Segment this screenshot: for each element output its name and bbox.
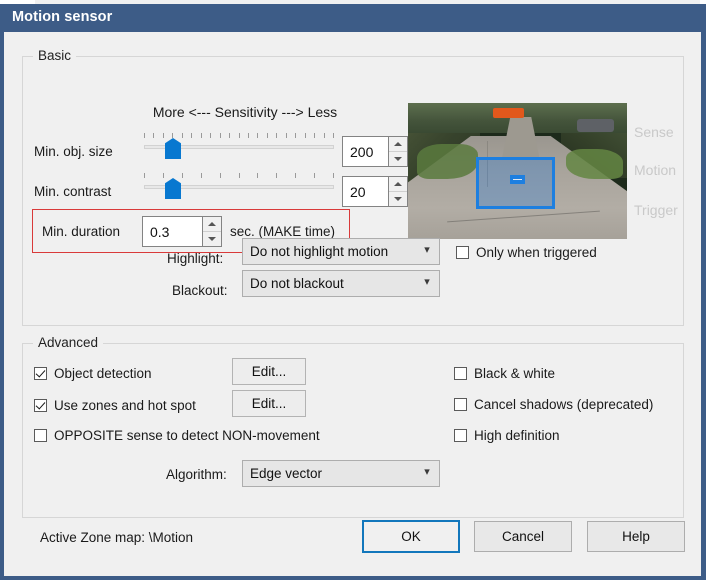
active-zone-map-label: Active Zone map: \Motion <box>40 530 194 545</box>
preview-lawn-right <box>565 149 623 180</box>
spin-down-icon[interactable] <box>203 232 221 246</box>
min-contrast-slider-thumb[interactable] <box>165 178 181 199</box>
preview-orange-object <box>493 108 525 118</box>
preview-label-trigger: Trigger <box>634 202 678 218</box>
chevron-down-icon[interactable]: ▾ <box>415 276 439 291</box>
basic-group-legend: Basic <box>33 48 77 63</box>
use-zones-checkbox[interactable]: Use zones and hot spot <box>34 398 196 413</box>
object-detection-edit-button[interactable]: Edit... <box>232 358 306 385</box>
use-zones-label: Use zones and hot spot <box>54 398 196 413</box>
checkbox-box[interactable] <box>456 246 469 259</box>
min-obj-size-slider[interactable] <box>144 132 334 160</box>
min-duration-spin-buttons[interactable] <box>202 216 222 247</box>
title-bar: Motion sensor <box>0 4 706 32</box>
high-definition-checkbox[interactable]: High definition <box>454 428 560 443</box>
blackout-dropdown-value: Do not blackout <box>250 276 344 291</box>
spin-down-icon[interactable] <box>389 192 407 206</box>
advanced-group-legend: Advanced <box>33 335 104 350</box>
min-obj-size-spinner[interactable]: 200 <box>342 136 408 167</box>
motion-sensor-window: Motion sensor Basic More <--- Sensitivit… <box>0 0 706 580</box>
checkbox-box[interactable] <box>454 367 467 380</box>
min-contrast-spinner[interactable]: 20 <box>342 176 408 207</box>
spin-up-icon[interactable] <box>389 137 407 152</box>
black-and-white-label: Black & white <box>474 366 556 381</box>
min-contrast-label: Min. contrast <box>34 184 112 199</box>
min-contrast-value[interactable]: 20 <box>342 176 388 207</box>
highlight-label: Highlight: <box>167 251 224 266</box>
preview-lawn-left <box>416 143 479 180</box>
min-duration-value[interactable]: 0.3 <box>142 216 202 247</box>
use-zones-edit-button[interactable]: Edit... <box>232 390 306 417</box>
spin-down-icon[interactable] <box>389 152 407 166</box>
opposite-sense-checkbox[interactable]: OPPOSITE sense to detect NON-movement <box>34 428 320 443</box>
checkbox-box[interactable] <box>454 429 467 442</box>
chevron-down-icon[interactable]: ▾ <box>415 244 439 259</box>
min-obj-size-slider-ticks <box>144 132 334 139</box>
dialog-client-area: Basic More <--- Sensitivity ---> Less Mi… <box>4 32 701 576</box>
chevron-down-icon[interactable]: ▾ <box>415 466 439 481</box>
blackout-label: Blackout: <box>172 283 228 298</box>
checkbox-box[interactable] <box>454 398 467 411</box>
min-duration-label: Min. duration <box>42 224 121 239</box>
min-contrast-slider[interactable] <box>144 172 334 200</box>
checkbox-box[interactable] <box>34 367 47 380</box>
algorithm-dropdown[interactable]: Edge vector ▾ <box>242 460 440 487</box>
preview-parked-car <box>576 119 614 132</box>
blackout-dropdown[interactable]: Do not blackout ▾ <box>242 270 440 297</box>
checkbox-box[interactable] <box>34 399 47 412</box>
cancel-button[interactable]: Cancel <box>474 521 572 552</box>
highlight-dropdown-value: Do not highlight motion <box>250 244 389 259</box>
opposite-sense-label: OPPOSITE sense to detect NON-movement <box>54 428 320 443</box>
preview-hot-spot[interactable] <box>509 175 526 184</box>
camera-preview[interactable] <box>408 103 627 239</box>
checkbox-box[interactable] <box>34 429 47 442</box>
ok-button[interactable]: OK <box>362 520 460 553</box>
min-obj-size-label: Min. obj. size <box>34 144 113 159</box>
preview-label-motion: Motion <box>634 162 677 178</box>
min-obj-size-slider-thumb[interactable] <box>165 138 181 159</box>
cancel-shadows-label: Cancel shadows (deprecated) <box>474 397 654 412</box>
window-title: Motion sensor <box>12 9 113 25</box>
algorithm-dropdown-value: Edge vector <box>250 466 323 481</box>
cancel-shadows-checkbox[interactable]: Cancel shadows (deprecated) <box>454 397 653 412</box>
min-duration-spinner[interactable]: 0.3 <box>142 216 222 247</box>
preview-label-sense: Sense <box>634 124 674 140</box>
black-and-white-checkbox[interactable]: Black & white <box>454 366 555 381</box>
object-detection-label: Object detection <box>54 366 152 381</box>
only-when-triggered-label: Only when triggered <box>476 245 597 260</box>
spin-up-icon[interactable] <box>389 177 407 192</box>
spin-up-icon[interactable] <box>203 217 221 232</box>
min-contrast-spin-buttons[interactable] <box>388 176 408 207</box>
object-detection-checkbox[interactable]: Object detection <box>34 366 152 381</box>
high-definition-label: High definition <box>474 428 560 443</box>
only-when-triggered-checkbox[interactable]: Only when triggered <box>456 245 597 260</box>
algorithm-label: Algorithm: <box>166 467 227 482</box>
help-button[interactable]: Help <box>587 521 685 552</box>
min-obj-size-spin-buttons[interactable] <box>388 136 408 167</box>
sensitivity-header: More <--- Sensitivity ---> Less <box>152 104 338 120</box>
highlight-dropdown[interactable]: Do not highlight motion ▾ <box>242 238 440 265</box>
min-obj-size-value[interactable]: 200 <box>342 136 388 167</box>
min-contrast-slider-ticks <box>144 172 334 179</box>
